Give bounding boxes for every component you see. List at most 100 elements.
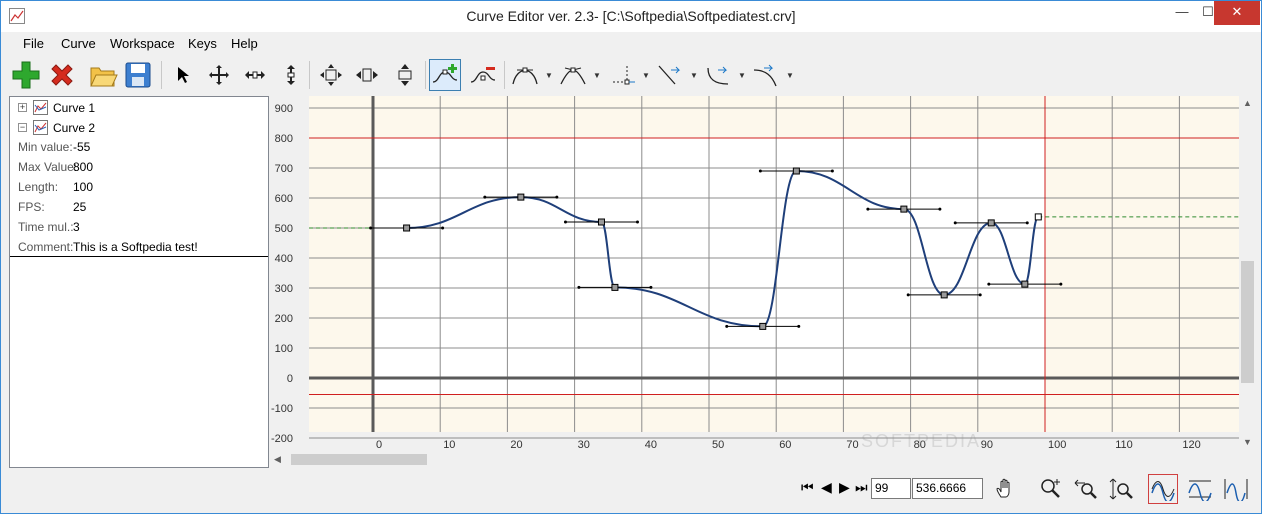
next-frame-icon[interactable]: ▶ xyxy=(839,479,850,496)
menu-file[interactable]: File xyxy=(23,36,44,51)
curve-plot-svg[interactable]: 900 800 700 600 500 400 300 200 100 0 -100 -200 0 10 2… xyxy=(271,96,1239,451)
menu-curve[interactable]: Curve xyxy=(61,36,96,51)
tangent-point xyxy=(758,169,762,173)
tangent-point xyxy=(577,285,581,289)
linear-tangent-icon[interactable] xyxy=(607,59,639,91)
curve-key-point[interactable] xyxy=(987,219,995,227)
horizontal-scrollbar[interactable]: ◀ xyxy=(271,451,1239,468)
remove-key-icon[interactable] xyxy=(467,59,499,91)
menu-bar: File Curve Workspace Keys Help xyxy=(1,32,1261,54)
smooth-tangent-icon[interactable] xyxy=(509,59,541,91)
length-label: Length: xyxy=(18,180,59,194)
tangent-point xyxy=(978,293,982,297)
x-tick-label: 100 xyxy=(1048,439,1066,451)
break-tangent-icon[interactable] xyxy=(557,59,589,91)
zoom-vertical-icon[interactable] xyxy=(1106,474,1136,504)
curve-key-point[interactable] xyxy=(759,322,767,330)
break-tangent-dropdown[interactable]: ▼ xyxy=(593,71,601,80)
curve-key-point[interactable] xyxy=(792,167,800,175)
zoom-icon[interactable] xyxy=(1036,474,1066,504)
horizontal-scroll-thumb[interactable] xyxy=(291,454,427,465)
x-tick-label: 0 xyxy=(376,439,382,451)
tangent-point xyxy=(906,293,910,297)
in-tangent-icon[interactable] xyxy=(653,59,685,91)
both-tangent-dropdown[interactable]: ▼ xyxy=(786,71,794,80)
tree-item-curve-2[interactable]: − Curve 2 xyxy=(10,119,268,137)
expand-icon[interactable]: + xyxy=(18,103,27,112)
view-all-icon[interactable] xyxy=(1221,474,1251,504)
curve-key-point[interactable] xyxy=(403,224,411,232)
x-tick-label: 30 xyxy=(578,439,590,451)
y-tick-label: 600 xyxy=(275,193,293,205)
curve-label[interactable]: Curve 2 xyxy=(53,121,95,135)
curve-key-point[interactable] xyxy=(1021,280,1029,288)
tangent-point xyxy=(866,207,870,211)
x-tick-label: 60 xyxy=(779,439,791,451)
x-tick-label: 110 xyxy=(1115,439,1133,451)
curve-key-point[interactable] xyxy=(611,283,619,291)
smooth-tangent-dropdown[interactable]: ▼ xyxy=(545,71,553,80)
last-frame-icon[interactable]: ⏭ xyxy=(855,479,868,496)
view-curves-icon[interactable] xyxy=(1148,474,1178,504)
tangent-point xyxy=(1059,282,1063,286)
pointer-icon[interactable] xyxy=(169,59,197,91)
frame-field[interactable]: 99 xyxy=(871,478,911,499)
y-tick-label: 200 xyxy=(275,313,293,325)
view-fit-icon[interactable] xyxy=(1185,474,1215,504)
min-value-label: Min value: xyxy=(18,140,73,154)
length-value: 100 xyxy=(73,180,94,194)
curve-label[interactable]: Curve 1 xyxy=(53,101,95,115)
curve-key-point[interactable] xyxy=(597,218,605,226)
x-tick-label: 20 xyxy=(510,439,522,451)
curve-plot-area[interactable]: 900 800 700 600 500 400 300 200 100 0 -100 -200 0 10 2… xyxy=(271,96,1255,468)
y-tick-label: 700 xyxy=(275,163,293,175)
menu-workspace[interactable]: Workspace xyxy=(110,36,175,51)
curve-key-point[interactable] xyxy=(1034,213,1042,221)
scale-vertical-icon[interactable] xyxy=(391,59,419,91)
value-field[interactable]: 536.6666 xyxy=(912,478,983,499)
fps-label: FPS: xyxy=(18,200,45,214)
tangent-point xyxy=(563,220,567,224)
close-button[interactable]: ✕ xyxy=(1214,1,1260,25)
scroll-up-icon[interactable]: ▲ xyxy=(1243,98,1252,108)
menu-help[interactable]: Help xyxy=(231,36,258,51)
out-tangent-icon[interactable] xyxy=(702,59,734,91)
scale-all-icon[interactable] xyxy=(317,59,345,91)
y-tick-label: 500 xyxy=(275,223,293,235)
curve-key-point[interactable] xyxy=(517,193,525,201)
linear-tangent-dropdown[interactable]: ▼ xyxy=(642,71,650,80)
tangent-point xyxy=(830,169,834,173)
tangent-point xyxy=(1025,221,1029,225)
pan-hand-icon[interactable] xyxy=(991,474,1021,504)
add-key-icon[interactable] xyxy=(429,59,461,91)
first-frame-icon[interactable]: ⏮ xyxy=(801,479,814,496)
x-tick-label: 120 xyxy=(1182,439,1200,451)
out-tangent-dropdown[interactable]: ▼ xyxy=(738,71,746,80)
both-tangent-icon[interactable] xyxy=(750,59,782,91)
x-tick-label: 40 xyxy=(645,439,657,451)
in-tangent-dropdown[interactable]: ▼ xyxy=(690,71,698,80)
add-icon[interactable] xyxy=(10,59,42,91)
collapse-icon[interactable]: − xyxy=(18,123,27,132)
move-horizontal-icon[interactable] xyxy=(241,59,269,91)
tangent-point xyxy=(369,226,373,230)
curve-icon xyxy=(33,120,48,135)
scale-horizontal-icon[interactable] xyxy=(353,59,381,91)
save-icon[interactable] xyxy=(122,59,154,91)
vertical-scrollbar[interactable]: ▲ ▼ xyxy=(1239,96,1256,451)
y-tick-label: 400 xyxy=(275,253,293,265)
scroll-left-icon[interactable]: ◀ xyxy=(274,454,281,465)
move-vertical-icon[interactable] xyxy=(277,59,305,91)
prev-frame-icon[interactable]: ◀ xyxy=(821,479,832,496)
vertical-scroll-thumb[interactable] xyxy=(1241,261,1254,383)
curve-key-point[interactable] xyxy=(940,291,948,299)
scroll-down-icon[interactable]: ▼ xyxy=(1243,437,1252,447)
menu-keys[interactable]: Keys xyxy=(188,36,217,51)
tree-item-curve-1[interactable]: + Curve 1 xyxy=(10,99,268,117)
y-tick-label: -100 xyxy=(271,403,293,415)
curve-key-point[interactable] xyxy=(900,205,908,213)
open-folder-icon[interactable] xyxy=(87,59,119,91)
zoom-horizontal-icon[interactable] xyxy=(1071,474,1101,504)
move-all-icon[interactable] xyxy=(205,59,233,91)
delete-icon[interactable] xyxy=(46,59,78,91)
